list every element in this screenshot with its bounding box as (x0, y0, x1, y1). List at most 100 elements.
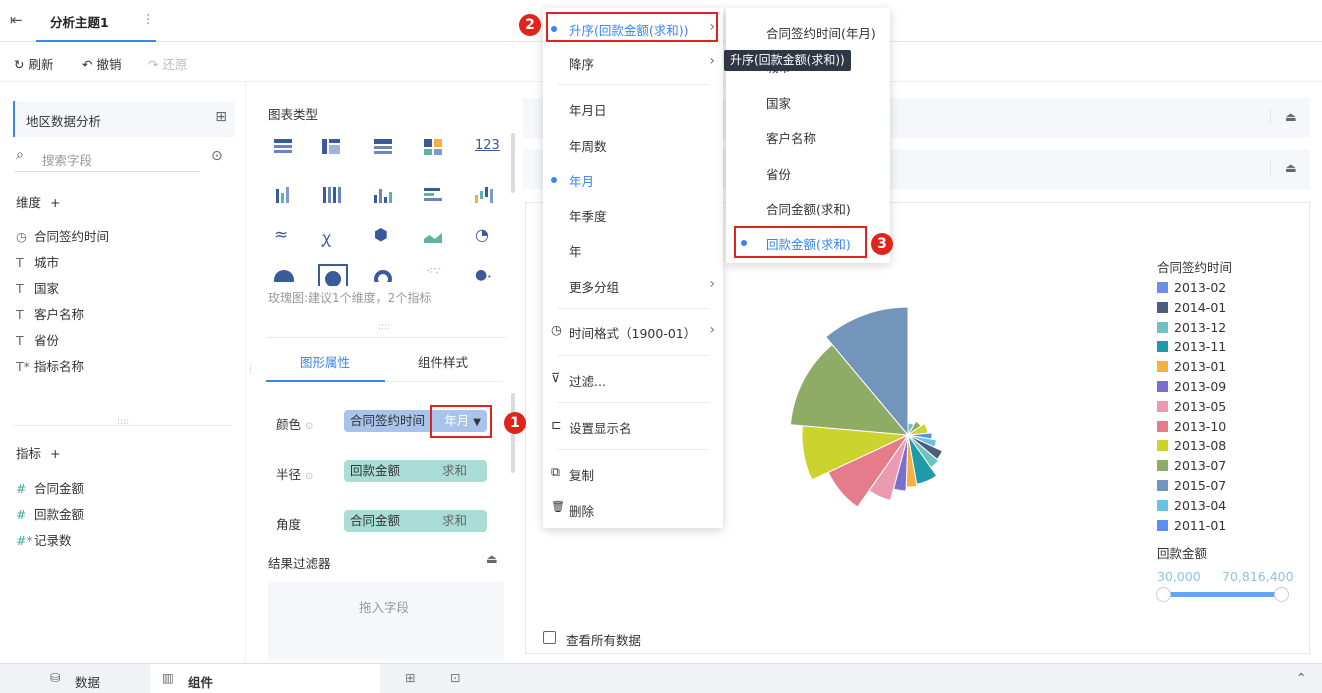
rose-chart[interactable] (760, 270, 1060, 530)
gauge-chart-icon[interactable]: ◔ (475, 225, 489, 244)
pie-chart-icon[interactable] (274, 270, 296, 282)
legend-item[interactable]: 2014-01 (1157, 300, 1226, 315)
submenu-item[interactable]: 国家 (726, 84, 890, 118)
donut-chart-icon[interactable] (374, 270, 394, 282)
measure-item[interactable]: # 回款金额 (16, 504, 84, 523)
legend-item[interactable]: 2013-04 (1157, 498, 1226, 513)
chart-type-splitter[interactable]: :::: (378, 322, 390, 332)
stacked-bar-icon[interactable] (322, 187, 344, 205)
legend-item[interactable]: 2013-11 (1157, 339, 1226, 354)
menu-separator (557, 402, 709, 403)
menu-item-more-grouping[interactable]: 更多分组 › (543, 268, 723, 302)
submenu-item[interactable]: 省份 (726, 155, 890, 189)
collapse-up-icon[interactable]: ⌃ (1296, 670, 1306, 685)
submenu-item[interactable]: 合同金额(求和) (726, 190, 890, 224)
refresh-button[interactable]: ↻ 刷新 (14, 54, 53, 73)
legend-item[interactable]: 2015-07 (1157, 478, 1226, 493)
legend-label: 2013-02 (1174, 280, 1227, 295)
menu-item-year-quarter[interactable]: 年季度 (543, 197, 723, 231)
add-dimension-icon[interactable]: + (50, 195, 60, 210)
measure-item[interactable]: # 合同金额 (16, 478, 84, 497)
dimension-item[interactable]: ◷ 合同签约时间 (16, 226, 109, 245)
exit-icon[interactable]: ⇤ (10, 11, 23, 29)
legend-item[interactable]: 2013-05 (1157, 399, 1226, 414)
undo-button[interactable]: ↶ 撤销 (82, 54, 121, 73)
size-slider-min-handle[interactable] (1156, 587, 1171, 602)
grouped-bar-icon[interactable] (274, 187, 296, 205)
dimension-item[interactable]: T 城市 (16, 252, 59, 271)
radar-line-icon[interactable]: ꭕ (322, 226, 331, 248)
menu-item-delete[interactable]: 🗑 删除 (543, 492, 723, 526)
redo-button[interactable]: ↷ 还原 (148, 54, 187, 73)
kpi-card-icon[interactable] (424, 139, 446, 157)
column-chart-icon[interactable] (374, 187, 396, 205)
menu-item-filter[interactable]: ⊽ 过滤... (543, 362, 723, 396)
submenu-item[interactable]: 合同签约时间(年月) (726, 14, 890, 48)
left-collapse-handle[interactable]: ⋮ (246, 365, 255, 375)
submenu-item[interactable]: 客户名称 (726, 119, 890, 153)
menu-item-sort-desc[interactable]: 降序 › (543, 45, 723, 79)
number-chart-icon[interactable]: 123 (475, 138, 500, 153)
legend-item[interactable]: 2013-12 (1157, 320, 1226, 335)
detail-table-icon[interactable] (374, 139, 396, 157)
package-selector[interactable]: 地区数据分析 ⊞ (13, 101, 235, 137)
number-field-icon: # (16, 507, 27, 522)
more-icon[interactable]: ⋮ (142, 11, 155, 26)
legend-item[interactable]: 2013-02 (1157, 280, 1226, 295)
legend-item[interactable]: 2013-10 (1157, 419, 1226, 434)
area-chart-icon[interactable] (424, 227, 446, 245)
scatter-chart-icon[interactable]: ⁖∵ (427, 266, 441, 277)
legend-item[interactable]: 2013-01 (1157, 359, 1226, 374)
add-dashboard-icon[interactable]: ⊡ (450, 670, 460, 685)
shelf-settings-icon[interactable]: ⏏ (1270, 160, 1297, 175)
size-max-label: 70,816,400 (1222, 569, 1294, 584)
legend-item[interactable]: 2013-08 (1157, 438, 1226, 453)
more-options-icon[interactable]: ⊙ (211, 148, 223, 164)
step-badge-1: 1 (504, 412, 526, 434)
bar-chart-icon[interactable] (424, 187, 446, 205)
menu-item-ymd[interactable]: 年月日 (543, 91, 723, 125)
dimension-item[interactable]: T 省份 (16, 330, 59, 349)
filter-settings-icon[interactable]: ⏏ (486, 551, 498, 566)
polygon-chart-icon[interactable]: ⬢ (374, 225, 388, 244)
rose-chart-icon-selected[interactable] (318, 264, 348, 286)
show-all-checkbox[interactable] (543, 631, 556, 644)
crosstab-chart-icon[interactable] (322, 139, 344, 157)
copy-icon: ⧉ (551, 464, 560, 479)
menu-item-year-month[interactable]: 年月 (543, 162, 723, 196)
add-measure-icon[interactable]: + (50, 446, 60, 461)
search-input[interactable]: 搜索字段 (42, 150, 92, 169)
menu-item-year[interactable]: 年 (543, 232, 723, 266)
data-tab[interactable]: ⛁ 数据 (0, 664, 150, 693)
radius-field-pill[interactable]: 回款金额 求和 (344, 460, 487, 482)
tab-component-style[interactable]: 组件样式 (418, 352, 468, 371)
angle-field-pill[interactable]: 合同金额 求和 (344, 510, 487, 532)
size-slider-track[interactable] (1164, 592, 1281, 597)
chart-type-scrollbar[interactable] (511, 133, 515, 193)
menu-item-time-format[interactable]: ◷ 时间格式（1900-01） › (543, 314, 723, 348)
bubble-chart-icon[interactable]: ●• (475, 267, 491, 283)
legend-item[interactable]: 2011-01 (1157, 518, 1226, 533)
menu-label: 年季度 (569, 209, 607, 224)
tab-graphic-properties[interactable]: 图形属性 (300, 352, 350, 371)
dimension-item[interactable]: T* 指标名称 (16, 356, 84, 375)
component-tab[interactable]: ▥ 组件 (150, 664, 380, 693)
measure-item[interactable]: #*记录数 (16, 530, 72, 549)
line-chart-icon[interactable]: ≈ (274, 225, 288, 245)
size-slider-max-handle[interactable] (1274, 587, 1289, 602)
switch-package-icon[interactable]: ⊞ (215, 109, 227, 125)
waterfall-chart-icon[interactable] (475, 187, 497, 205)
legend-item[interactable]: 2013-07 (1157, 458, 1226, 473)
legend-label: 2013-05 (1174, 398, 1227, 414)
table-chart-icon[interactable] (274, 139, 296, 157)
dimension-item[interactable]: T 国家 (16, 278, 59, 297)
tab-title[interactable]: 分析主题1 (50, 12, 109, 31)
legend-item[interactable]: 2013-09 (1157, 379, 1226, 394)
menu-item-copy[interactable]: ⧉ 复制 (543, 456, 723, 490)
filter-drop-zone[interactable]: 拖入字段 (268, 582, 504, 660)
shelf-settings-icon[interactable]: ⏏ (1270, 109, 1297, 124)
dimension-item[interactable]: T 客户名称 (16, 304, 84, 323)
menu-item-rename[interactable]: ⊏ 设置显示名 (543, 409, 723, 443)
menu-item-year-week[interactable]: 年周数 (543, 127, 723, 161)
add-component-icon[interactable]: ⊞ (405, 670, 415, 685)
